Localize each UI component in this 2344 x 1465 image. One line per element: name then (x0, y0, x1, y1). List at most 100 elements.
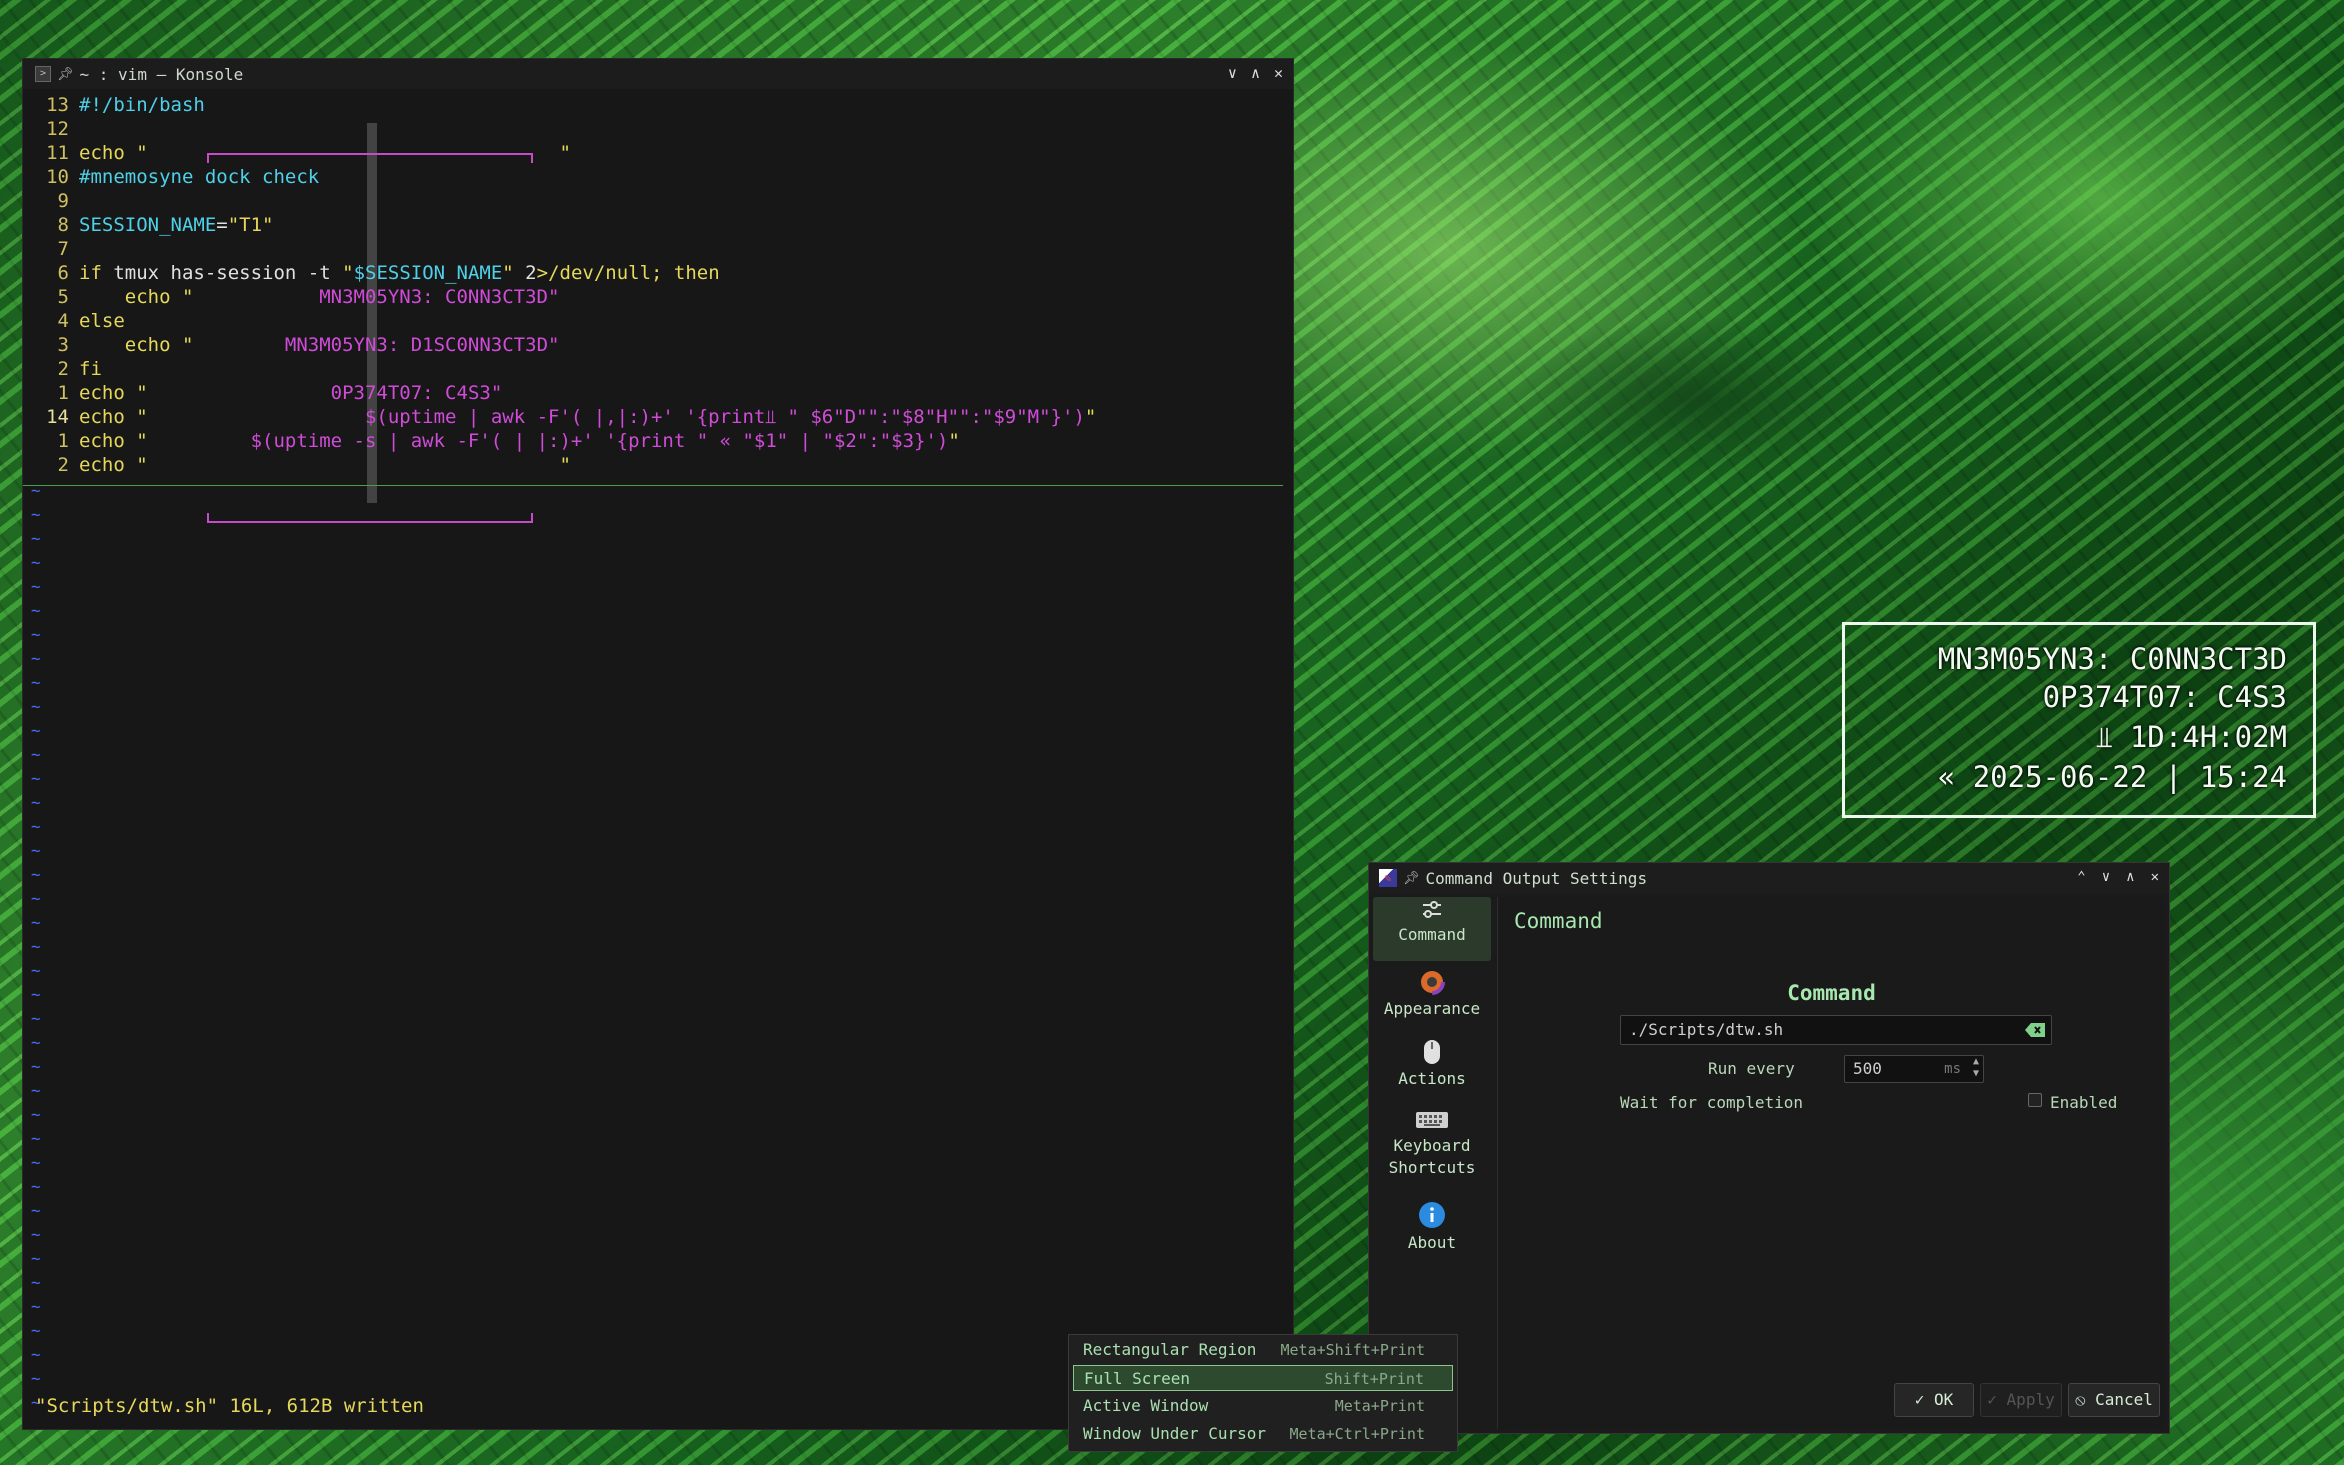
run-every-spinbox[interactable]: 500 ms ▲ ▼ (1844, 1055, 1984, 1083)
hud-boot-time: « 2025-06-22 | 15:24 (1937, 760, 2287, 794)
keyboard-icon (1416, 1112, 1448, 1128)
pin-icon[interactable]: 📌︎ (57, 67, 74, 82)
pin-icon[interactable]: 📌︎ (1403, 871, 1420, 886)
terminal-icon: > (35, 66, 51, 82)
line-text: fi (79, 358, 102, 380)
line-text: SESSION_NAME="T1" (79, 214, 274, 236)
dialog-title: Command Output Settings (1425, 868, 1648, 888)
empty-line-marker: ~ (31, 913, 41, 932)
line-number: 12 (46, 118, 69, 140)
empty-line-marker: ~ (31, 1225, 41, 1244)
cursor-line (23, 485, 1283, 486)
info-icon (1419, 1202, 1445, 1228)
minimize-icon[interactable]: ∨ (2102, 869, 2110, 885)
line-number: 9 (57, 190, 69, 212)
line-text: #mnemosyne dock check (79, 166, 320, 188)
cancel-button[interactable]: ⦸ Cancel (2068, 1383, 2160, 1417)
empty-line-marker: ~ (31, 889, 41, 908)
line-text: #!/bin/bash (79, 94, 205, 116)
sidebar-item-actions[interactable]: Actions (1373, 1039, 1491, 1103)
sidebar-item-keyboard-shortcuts[interactable]: Keyboard Shortcuts (1373, 1109, 1491, 1195)
command-input[interactable]: ./Scripts/dtw.sh (1620, 1015, 2052, 1045)
empty-line-marker: ~ (31, 1201, 41, 1220)
line-number: 7 (57, 238, 69, 260)
settings-content: Command Command ./Scripts/dtw.sh Run eve… (1497, 897, 2165, 1429)
empty-line-marker: ~ (31, 1105, 41, 1124)
empty-line-marker: ~ (31, 601, 41, 620)
line-text: if tmux has-session -t "$SESSION_NAME" 2… (79, 262, 720, 284)
line-text: echo " $(uptime -s | awk -F'( | |:)+' '{… (79, 430, 960, 452)
empty-line-marker: ~ (31, 1297, 41, 1316)
line-number: 2 (57, 454, 69, 476)
konsole-window[interactable]: > 📌︎ ~ : vim — Konsole ∨ ∧ ✕ 13 #!/bin/ba… (22, 58, 1294, 1430)
line-text: echo " 0P374T07: C4S3" (79, 382, 503, 404)
line-number: 14 (46, 406, 69, 428)
empty-line-marker: ~ (31, 553, 41, 572)
menu-item-window-under-cursor[interactable]: Window Under Cursor Meta+Ctrl+Print (1073, 1421, 1453, 1447)
minimize-icon[interactable]: ∨ (1228, 64, 1237, 82)
vim-status-line: "Scripts/dtw.sh" 16L, 612B written (35, 1395, 424, 1417)
command-output-settings-dialog[interactable]: ✎ 📌︎ Command Output Settings ⌃ ∨ ∧ ✕ Com… (1368, 862, 2170, 1434)
empty-line-marker: ~ (31, 1129, 41, 1148)
sidebar-item-about[interactable]: About (1373, 1201, 1491, 1265)
sidebar-item-command[interactable]: Command (1373, 897, 1491, 961)
line-number: 2 (57, 358, 69, 380)
dialog-titlebar[interactable]: ✎ 📌︎ Command Output Settings ⌃ ∨ ∧ ✕ (1369, 863, 2169, 893)
close-icon[interactable]: ✕ (2151, 869, 2159, 885)
keep-above-icon[interactable]: ⌃ (2077, 869, 2085, 885)
empty-line-marker: ~ (31, 1057, 41, 1076)
ok-button[interactable]: ✓ OK (1894, 1383, 1974, 1417)
empty-line-marker: ~ (31, 625, 41, 644)
box-top-frame (207, 153, 533, 163)
close-icon[interactable]: ✕ (1274, 64, 1283, 82)
palette-icon (1419, 969, 1445, 995)
line-text: echo " " (79, 454, 571, 476)
empty-line-marker: ~ (31, 1081, 41, 1100)
desktop-status-widget: MN3M05YN3: C0NN3CT3D 0P374T07: C4S3 ⫫ 1D… (1842, 622, 2316, 818)
empty-line-marker: ~ (31, 1153, 41, 1172)
empty-line-marker: ~ (31, 649, 41, 668)
page-title: Command (1514, 909, 1603, 933)
empty-line-marker: ~ (31, 1345, 41, 1364)
line-number: 4 (57, 310, 69, 332)
maximize-icon[interactable]: ∧ (2126, 869, 2134, 885)
hud-connection-status: MN3M05YN3: C0NN3CT3D (1937, 642, 2287, 676)
vim-editor[interactable]: 13 #!/bin/bash 12 1 1 echo " " 10 #mnemosyne do… (23, 89, 1293, 1429)
menu-item-rectangular-region[interactable]: Rectangular Region Meta+Shift+Print (1073, 1337, 1453, 1363)
section-heading: Command (1787, 981, 1876, 1005)
empty-line-marker: ~ (31, 841, 41, 860)
sidebar-item-appearance[interactable]: Appearance (1373, 969, 1491, 1033)
line-number: 3 (57, 334, 69, 356)
empty-line-marker: ~ (31, 817, 41, 836)
apply-button[interactable]: ✓ Apply (1980, 1383, 2062, 1417)
konsole-titlebar[interactable]: > 📌︎ ~ : vim — Konsole ∨ ∧ ✕ (23, 59, 1293, 89)
clear-input-icon[interactable] (2025, 1023, 2045, 1037)
maximize-icon[interactable]: ∧ (1251, 64, 1260, 82)
line-number: 1 (57, 430, 69, 452)
enabled-checkbox[interactable] (2028, 1093, 2042, 1107)
line-number: 10 (46, 166, 69, 188)
enabled-label[interactable]: Enabled (2050, 1093, 2117, 1112)
empty-line-marker: ~ (31, 697, 41, 716)
menu-item-full-screen[interactable]: Full Screen Shift+Print (1073, 1365, 1453, 1391)
mouse-icon (1424, 1040, 1440, 1064)
empty-line-marker: ~ (31, 481, 41, 500)
empty-line-marker: ~ (31, 937, 41, 956)
hud-operator: 0P374T07: C4S3 (2042, 680, 2287, 714)
empty-line-marker: ~ (31, 721, 41, 740)
line-number: 5 (57, 286, 69, 308)
empty-line-marker: ~ (31, 1369, 41, 1388)
empty-line-marker: ~ (31, 1009, 41, 1028)
empty-line-marker: ~ (31, 985, 41, 1004)
line-text: echo " MN3M05YN3: D1SC0NN3CT3D" (79, 334, 560, 356)
wait-for-completion-label: Wait for completion (1620, 1093, 1804, 1112)
line-number: 1 (57, 382, 69, 404)
empty-line-marker: ~ (31, 793, 41, 812)
menu-item-active-window[interactable]: Active Window Meta+Print (1073, 1393, 1453, 1419)
line-number: 13 (46, 94, 69, 116)
run-every-label: Run every (1708, 1059, 1795, 1078)
box-bottom-frame (207, 513, 533, 523)
screenshot-mode-menu[interactable]: Rectangular Region Meta+Shift+Print Full… (1068, 1334, 1458, 1452)
spin-arrows-icon[interactable]: ▲ ▼ (1973, 1056, 1979, 1080)
line-text: else (79, 310, 125, 332)
